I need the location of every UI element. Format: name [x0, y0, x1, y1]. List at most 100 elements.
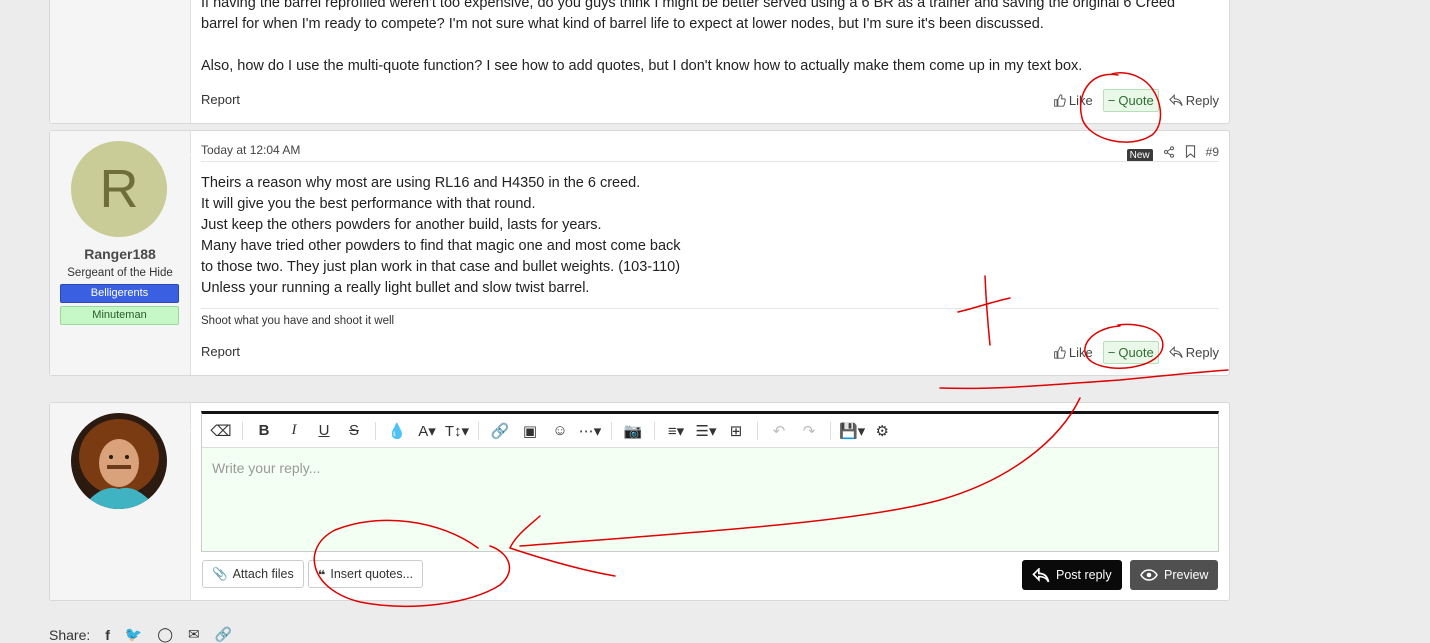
eye-icon — [1140, 569, 1158, 581]
list-icon[interactable]: ☰▾ — [693, 418, 719, 444]
italic-icon[interactable]: I — [281, 418, 307, 444]
user-banner-belligerents: Belligerents — [60, 284, 179, 303]
username[interactable]: Ranger188 — [50, 246, 190, 262]
reply-box: ⌫ B I U S 💧 A▾ T↕▾ 🔗 ▣ ☺ ⋯▾ 📷 ≡▾ ☰▾ ⊞ ↶ … — [49, 402, 1230, 601]
camera-icon[interactable]: 📷 — [620, 418, 646, 444]
post-divider — [201, 161, 1219, 162]
table-icon[interactable]: ⊞ — [723, 418, 749, 444]
report-link[interactable]: Report — [201, 92, 240, 107]
whatsapp-icon[interactable]: ◯ — [157, 626, 173, 643]
gear-icon[interactable]: ⚙ — [869, 418, 895, 444]
toolbar-separator — [478, 421, 479, 440]
signature-divider — [201, 308, 1219, 309]
share-label: Share: — [49, 626, 91, 643]
underline-icon[interactable]: U — [311, 418, 337, 444]
insert-quotes-label: Insert quotes... — [330, 567, 414, 581]
reply-user-panel — [50, 403, 191, 600]
post-9-line: Theirs a reason why most are using RL16 … — [201, 175, 641, 191]
reply-textarea[interactable]: Write your reply... — [202, 448, 1218, 551]
thumbs-up-icon — [1054, 346, 1066, 359]
signature: Shoot what you have and shoot it well — [201, 315, 395, 327]
align-icon[interactable]: ≡▾ — [663, 418, 689, 444]
post-9-body: Theirs a reason why most are using RL16 … — [201, 173, 681, 299]
attach-files-button[interactable]: 📎 Attach files — [202, 560, 304, 588]
like-label: Like — [1068, 345, 1093, 360]
bookmark-icon[interactable] — [1185, 145, 1196, 158]
post-reply-label: Post reply — [1056, 568, 1112, 582]
post-9-user-panel: R Ranger188 Sergeant of the Hide Bellige… — [50, 131, 191, 375]
minus-icon: − — [1107, 345, 1116, 360]
quote-button[interactable]: − Quote — [1102, 89, 1159, 112]
emoji-icon[interactable]: ☺ — [547, 418, 573, 444]
thumbs-up-icon — [1054, 94, 1066, 107]
post-8-line: barrel for when I'm ready to compete? I'… — [201, 16, 1044, 32]
more-options-icon[interactable]: ⋯▾ — [577, 418, 603, 444]
post-9-footer: Report Like − Quote Reply — [201, 341, 1219, 364]
insert-quotes-button[interactable]: ❝ Insert quotes... — [308, 560, 424, 588]
link-icon[interactable]: 🔗 — [487, 418, 513, 444]
post-8-main: If having the barrel reprofiled weren't … — [201, 0, 1219, 123]
post-8-footer: Report Like − Quote Reply — [201, 89, 1219, 112]
reply-icon — [1032, 567, 1050, 582]
reply-icon — [1168, 94, 1183, 107]
user-avatar[interactable] — [71, 413, 167, 509]
share-icon[interactable] — [1163, 145, 1175, 158]
preview-button[interactable]: Preview — [1130, 560, 1219, 590]
post-9-line: to those two. They just plan work in tha… — [201, 259, 681, 275]
avatar-letter: R — [99, 159, 139, 219]
toolbar-separator — [654, 421, 655, 440]
post-reply-button[interactable]: Post reply — [1022, 560, 1122, 590]
drafts-icon[interactable]: 💾▾ — [839, 418, 865, 444]
reply-label: Reply — [1185, 345, 1219, 360]
user-banner-minuteman: Minuteman — [60, 306, 179, 325]
quote-label: Quote — [1118, 345, 1154, 360]
post-8: If having the barrel reprofiled weren't … — [49, 0, 1230, 124]
like-label: Like — [1068, 93, 1093, 108]
user-title: Sergeant of the Hide — [67, 267, 173, 279]
font-family-icon[interactable]: A▾ — [414, 418, 440, 444]
color-drop-icon[interactable]: 💧 — [384, 418, 410, 444]
post-9-meta-actions: New #9 — [1126, 141, 1219, 162]
twitter-icon[interactable]: 🐦 — [125, 626, 142, 643]
avatar[interactable]: R — [71, 141, 167, 237]
like-button[interactable]: Like — [1053, 345, 1093, 360]
post-9-line: Many have tried other powders to find th… — [201, 238, 681, 254]
post-pointer — [190, 147, 198, 163]
share-row: Share: f 🐦 ◯ ✉ 🔗 — [49, 626, 232, 643]
post-9-line: Unless your running a really light bulle… — [201, 280, 590, 296]
reply-icon — [1168, 346, 1183, 359]
post-timestamp[interactable]: Today at 12:04 AM — [201, 143, 300, 157]
post-8-line: Also, how do I use the multi-quote funct… — [201, 58, 1083, 74]
like-button[interactable]: Like — [1053, 93, 1093, 108]
quote-button[interactable]: − Quote — [1102, 341, 1159, 364]
reply-pointer — [190, 423, 198, 439]
post-9-main: Today at 12:04 AM New #9 Theirs a reason… — [201, 131, 1219, 375]
eraser-icon[interactable]: ⌫ — [208, 418, 234, 444]
facebook-icon[interactable]: f — [105, 627, 110, 643]
post-8-user-panel — [50, 0, 191, 123]
reply-button[interactable]: Reply — [1168, 345, 1219, 360]
post-9: R Ranger188 Sergeant of the Hide Bellige… — [49, 130, 1230, 376]
post-9-actions: Like − Quote Reply — [1053, 341, 1219, 364]
font-size-icon[interactable]: T↕▾ — [444, 418, 470, 444]
undo-icon[interactable]: ↶ — [766, 418, 792, 444]
strikethrough-icon[interactable]: S — [341, 418, 367, 444]
toolbar-separator — [830, 421, 831, 440]
report-link[interactable]: Report — [201, 344, 240, 359]
reply-label: Reply — [1185, 93, 1219, 108]
editor-toolbar: ⌫ B I U S 💧 A▾ T↕▾ 🔗 ▣ ☺ ⋯▾ 📷 ≡▾ ☰▾ ⊞ ↶ … — [202, 414, 1218, 448]
email-icon[interactable]: ✉ — [188, 626, 200, 643]
bold-icon[interactable]: B — [251, 418, 277, 444]
post-9-meta: Today at 12:04 AM New #9 — [201, 143, 1219, 162]
quote-marks-icon: ❝ — [318, 567, 326, 582]
image-icon[interactable]: ▣ — [517, 418, 543, 444]
toolbar-separator — [375, 421, 376, 440]
link-icon[interactable]: 🔗 — [215, 626, 232, 643]
toolbar-separator — [611, 421, 612, 440]
reply-button[interactable]: Reply — [1168, 93, 1219, 108]
attach-files-label: Attach files — [232, 567, 294, 581]
minus-icon: − — [1107, 93, 1116, 108]
redo-icon[interactable]: ↷ — [796, 418, 822, 444]
toolbar-separator — [242, 421, 243, 440]
post-number[interactable]: #9 — [1206, 145, 1219, 159]
